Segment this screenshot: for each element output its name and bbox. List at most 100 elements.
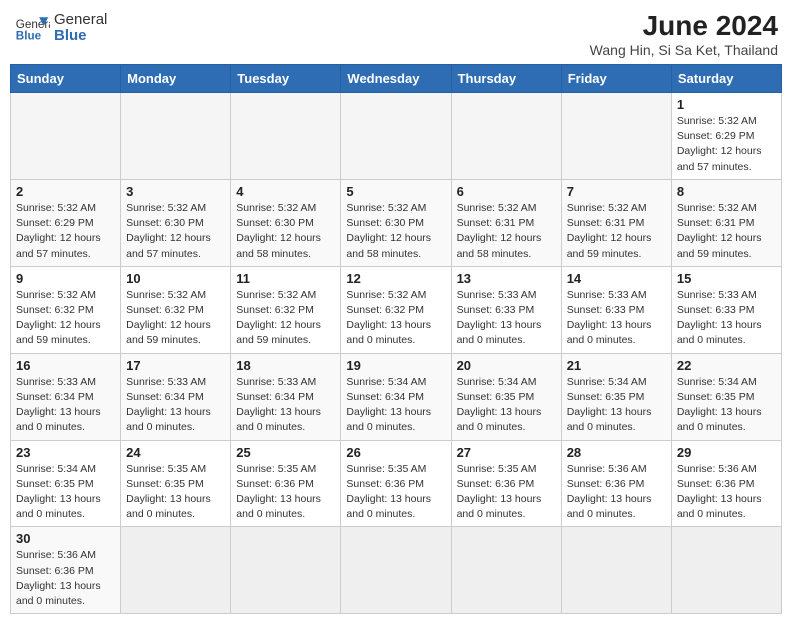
day-cell: 24 Sunrise: 5:35 AM Sunset: 6:35 PM Dayli… — [121, 440, 231, 527]
day-info: Sunrise: 5:35 AM Sunset: 6:36 PM Dayligh… — [346, 462, 445, 523]
week-row-4: 16 Sunrise: 5:33 AM Sunset: 6:34 PM Dayli… — [11, 353, 782, 440]
weekday-header-sunday: Sunday — [11, 65, 121, 93]
day-number: 2 — [16, 184, 115, 199]
day-cell: 15Sunrise: 5:33 AM Sunset: 6:33 PM Dayli… — [671, 266, 781, 353]
header: General Blue General Blue June 2024 Wang… — [10, 10, 782, 58]
day-cell — [671, 527, 781, 614]
weekday-header-friday: Friday — [561, 65, 671, 93]
week-row-3: 9 Sunrise: 5:32 AM Sunset: 6:32 PM Daylig… — [11, 266, 782, 353]
day-info: Sunrise: 5:32 AM Sunset: 6:29 PM Dayligh… — [677, 114, 776, 175]
day-number: 17 — [126, 358, 225, 373]
week-row-1: 1 Sunrise: 5:32 AM Sunset: 6:29 PM Daylig… — [11, 93, 782, 180]
day-info: Sunrise: 5:32 AM Sunset: 6:29 PM Dayligh… — [16, 201, 115, 262]
day-cell — [451, 527, 561, 614]
day-info: Sunrise: 5:33 AM Sunset: 6:33 PM Dayligh… — [457, 288, 556, 349]
day-number: 11 — [236, 271, 335, 286]
day-info: Sunrise: 5:35 AM Sunset: 6:35 PM Dayligh… — [126, 462, 225, 523]
day-info: Sunrise: 5:32 AM Sunset: 6:32 PM Dayligh… — [346, 288, 445, 349]
day-info: Sunrise: 5:34 AM Sunset: 6:34 PM Dayligh… — [346, 375, 445, 436]
calendar-table: SundayMondayTuesdayWednesdayThursdayFrid… — [10, 64, 782, 614]
day-info: Sunrise: 5:32 AM Sunset: 6:30 PM Dayligh… — [126, 201, 225, 262]
day-info: Sunrise: 5:34 AM Sunset: 6:35 PM Dayligh… — [457, 375, 556, 436]
day-number: 13 — [457, 271, 556, 286]
logo-icon: General Blue — [14, 10, 50, 46]
day-cell: 25Sunrise: 5:35 AM Sunset: 6:36 PM Dayli… — [231, 440, 341, 527]
day-cell: 10Sunrise: 5:32 AM Sunset: 6:32 PM Dayli… — [121, 266, 231, 353]
day-cell: 20 Sunrise: 5:34 AM Sunset: 6:35 PM Dayli… — [451, 353, 561, 440]
day-number: 16 — [16, 358, 115, 373]
day-cell — [231, 93, 341, 180]
day-number: 5 — [346, 184, 445, 199]
weekday-header-tuesday: Tuesday — [231, 65, 341, 93]
day-info: Sunrise: 5:32 AM Sunset: 6:31 PM Dayligh… — [677, 201, 776, 262]
day-info: Sunrise: 5:32 AM Sunset: 6:31 PM Dayligh… — [567, 201, 666, 262]
subtitle: Wang Hin, Si Sa Ket, Thailand — [590, 42, 778, 58]
day-info: Sunrise: 5:32 AM Sunset: 6:30 PM Dayligh… — [236, 201, 335, 262]
main-title: June 2024 — [590, 10, 778, 42]
day-number: 27 — [457, 445, 556, 460]
day-cell: 27Sunrise: 5:35 AM Sunset: 6:36 PM Dayli… — [451, 440, 561, 527]
weekday-header-monday: Monday — [121, 65, 231, 93]
day-number: 8 — [677, 184, 776, 199]
day-number: 15 — [677, 271, 776, 286]
day-cell: 14Sunrise: 5:33 AM Sunset: 6:33 PM Dayli… — [561, 266, 671, 353]
week-row-6: 30 Sunrise: 5:36 AM Sunset: 6:36 PM Dayli… — [11, 527, 782, 614]
logo-blue: Blue — [54, 28, 107, 45]
day-info: Sunrise: 5:34 AM Sunset: 6:35 PM Dayligh… — [567, 375, 666, 436]
svg-text:Blue: Blue — [16, 30, 42, 43]
day-cell: 30 Sunrise: 5:36 AM Sunset: 6:36 PM Dayli… — [11, 527, 121, 614]
day-cell — [561, 93, 671, 180]
day-number: 22 — [677, 358, 776, 373]
title-area: June 2024 Wang Hin, Si Sa Ket, Thailand — [590, 10, 778, 58]
day-cell — [11, 93, 121, 180]
day-cell: 3Sunrise: 5:32 AM Sunset: 6:30 PM Daylig… — [121, 179, 231, 266]
day-cell — [121, 93, 231, 180]
weekday-header-saturday: Saturday — [671, 65, 781, 93]
weekday-header-row: SundayMondayTuesdayWednesdayThursdayFrid… — [11, 65, 782, 93]
week-row-2: 2 Sunrise: 5:32 AM Sunset: 6:29 PM Daylig… — [11, 179, 782, 266]
day-cell — [341, 527, 451, 614]
logo: General Blue General Blue — [14, 10, 107, 46]
day-number: 23 — [16, 445, 115, 460]
day-cell: 18Sunrise: 5:33 AM Sunset: 6:34 PM Dayli… — [231, 353, 341, 440]
day-cell: 16 Sunrise: 5:33 AM Sunset: 6:34 PM Dayli… — [11, 353, 121, 440]
day-info: Sunrise: 5:34 AM Sunset: 6:35 PM Dayligh… — [16, 462, 115, 523]
day-cell: 28Sunrise: 5:36 AM Sunset: 6:36 PM Dayli… — [561, 440, 671, 527]
day-info: Sunrise: 5:33 AM Sunset: 6:33 PM Dayligh… — [567, 288, 666, 349]
day-number: 7 — [567, 184, 666, 199]
day-number: 9 — [16, 271, 115, 286]
day-info: Sunrise: 5:36 AM Sunset: 6:36 PM Dayligh… — [677, 462, 776, 523]
day-cell: 22 Sunrise: 5:34 AM Sunset: 6:35 PM Dayli… — [671, 353, 781, 440]
day-info: Sunrise: 5:33 AM Sunset: 6:34 PM Dayligh… — [16, 375, 115, 436]
day-number: 30 — [16, 531, 115, 546]
day-number: 12 — [346, 271, 445, 286]
day-info: Sunrise: 5:33 AM Sunset: 6:34 PM Dayligh… — [126, 375, 225, 436]
day-cell: 4 Sunrise: 5:32 AM Sunset: 6:30 PM Daylig… — [231, 179, 341, 266]
day-cell: 5Sunrise: 5:32 AM Sunset: 6:30 PM Daylig… — [341, 179, 451, 266]
day-cell: 12 Sunrise: 5:32 AM Sunset: 6:32 PM Dayli… — [341, 266, 451, 353]
day-cell: 9Sunrise: 5:32 AM Sunset: 6:32 PM Daylig… — [11, 266, 121, 353]
day-number: 1 — [677, 97, 776, 112]
day-info: Sunrise: 5:32 AM Sunset: 6:31 PM Dayligh… — [457, 201, 556, 262]
day-cell: 21Sunrise: 5:34 AM Sunset: 6:35 PM Dayli… — [561, 353, 671, 440]
day-cell: 17 Sunrise: 5:33 AM Sunset: 6:34 PM Dayli… — [121, 353, 231, 440]
day-number: 20 — [457, 358, 556, 373]
day-number: 24 — [126, 445, 225, 460]
day-info: Sunrise: 5:32 AM Sunset: 6:32 PM Dayligh… — [236, 288, 335, 349]
day-cell: 6Sunrise: 5:32 AM Sunset: 6:31 PM Daylig… — [451, 179, 561, 266]
day-info: Sunrise: 5:36 AM Sunset: 6:36 PM Dayligh… — [16, 548, 115, 609]
day-cell: 8 Sunrise: 5:32 AM Sunset: 6:31 PM Daylig… — [671, 179, 781, 266]
day-cell: 7 Sunrise: 5:32 AM Sunset: 6:31 PM Daylig… — [561, 179, 671, 266]
day-number: 10 — [126, 271, 225, 286]
day-cell — [451, 93, 561, 180]
day-info: Sunrise: 5:34 AM Sunset: 6:35 PM Dayligh… — [677, 375, 776, 436]
day-cell — [561, 527, 671, 614]
day-number: 29 — [677, 445, 776, 460]
day-number: 4 — [236, 184, 335, 199]
day-cell: 23 Sunrise: 5:34 AM Sunset: 6:35 PM Dayli… — [11, 440, 121, 527]
day-cell — [121, 527, 231, 614]
weekday-header-thursday: Thursday — [451, 65, 561, 93]
day-cell: 2 Sunrise: 5:32 AM Sunset: 6:29 PM Daylig… — [11, 179, 121, 266]
day-cell: 29 Sunrise: 5:36 AM Sunset: 6:36 PM Dayli… — [671, 440, 781, 527]
day-info: Sunrise: 5:35 AM Sunset: 6:36 PM Dayligh… — [236, 462, 335, 523]
